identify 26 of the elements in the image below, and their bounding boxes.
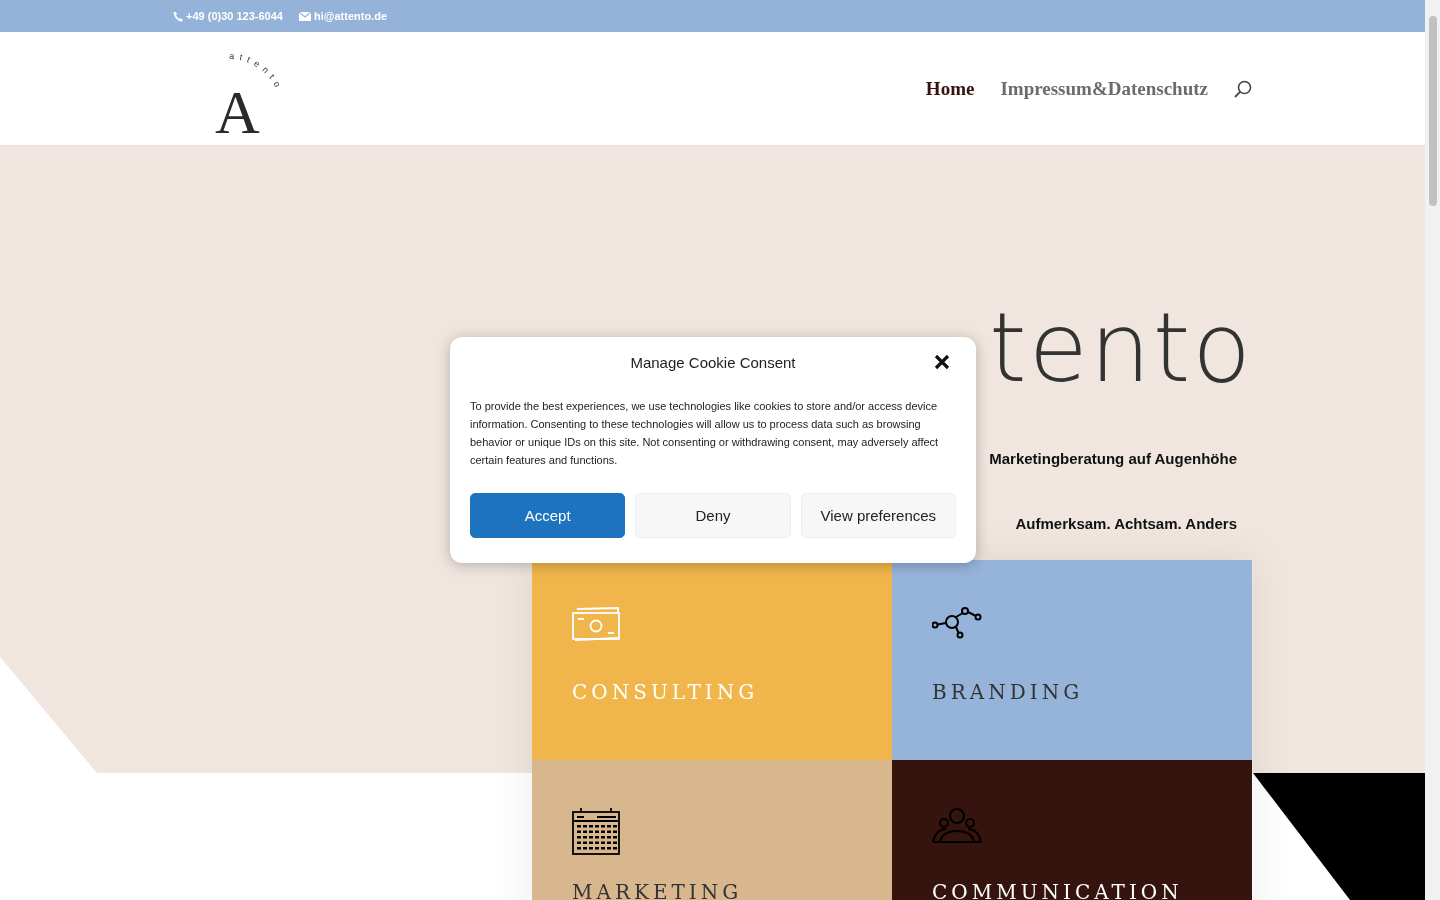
service-tile[interactable]: MARKETING	[532, 760, 892, 900]
accept-button[interactable]: Accept	[470, 493, 626, 538]
nav-link[interactable]: Impressum&Datenschutz	[1000, 77, 1208, 100]
group-icon	[932, 807, 982, 843]
banknote-icon	[572, 607, 620, 643]
nav-link[interactable]: Home	[925, 77, 975, 100]
service-tile[interactable]: COMMUNICATION	[892, 760, 1252, 900]
service-title: COMMUNICATION	[932, 880, 1183, 900]
service-tile[interactable]: BRANDING	[892, 560, 1252, 760]
dialog-button[interactable]: View preferences	[800, 493, 956, 538]
hero-title: tento	[989, 291, 1253, 406]
dialog-title: Manage Cookie Consent	[630, 353, 796, 371]
phone-icon	[173, 10, 183, 22]
service-title: CONSULTING	[572, 680, 759, 704]
mail-icon	[298, 11, 311, 21]
search-icon[interactable]	[1234, 79, 1252, 98]
service-title: BRANDING	[932, 680, 1084, 704]
close-icon[interactable]	[934, 354, 950, 370]
dialog-text: To provide the best experiences, we use technologies like cookies to store and/or access device information. Consenting to these technologies will allow us to process data such as browsing behavior or unique IDs on this site. Not consenting or withdrawing consent, may adversely affect certain features and functions.	[470, 399, 940, 468]
dialog-button[interactable]: Deny	[635, 493, 791, 538]
network-icon	[932, 607, 982, 639]
service-title: MARKETING	[572, 880, 743, 900]
scrollbar-thumb[interactable]	[1428, 16, 1437, 206]
calendar-icon	[572, 807, 620, 855]
hero-subtitle: Marketingberatung auf Augenhöhe	[989, 450, 1237, 467]
hero-tagline: Aufmerksam. Achtsam. Anders	[1015, 515, 1237, 532]
